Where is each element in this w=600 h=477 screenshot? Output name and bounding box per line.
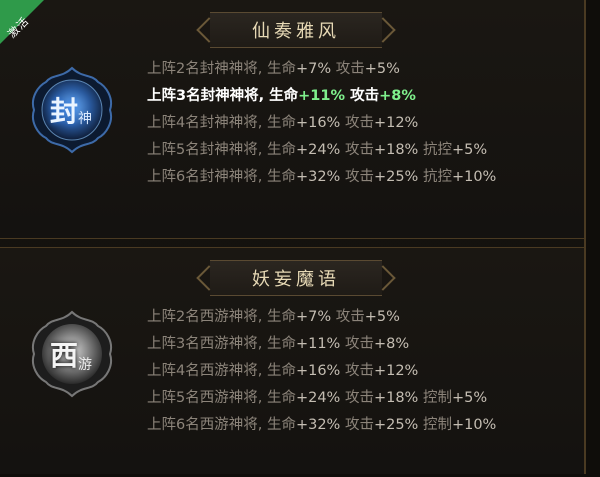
bonus-value: +16% [295,363,341,379]
bond-section-fengshen: 激活 仙奏雅风 封 神 上阵2名封神神将, 生命+7% 攻击+5% 上阵3名封神… [0,0,584,239]
bond-effect-line: 上阵3名封神神将, 生命+11% 攻击+8% [147,83,496,110]
bonus-value: +16% [295,115,341,131]
emblem-sub-char: 神 [78,111,92,127]
bonus-label: 上阵6名西游神将, 生命 [147,417,296,433]
bonus-value: +8% [373,336,410,352]
bonus-value: +11% [295,336,341,352]
bonus-value: +18% [373,390,419,406]
bonus-value: +24% [295,390,341,406]
bonus-value: +12% [373,115,419,131]
bonus-value: +7% [295,309,332,325]
bonus-label: 攻击 [340,142,374,158]
bonus-label: 抗控 [418,169,452,185]
bonus-value: +25% [373,169,419,185]
bonus-label: 攻击 [340,169,374,185]
bonus-label: 上阵4名西游神将, 生命 [147,363,296,379]
bond-effect-list: 上阵2名封神神将, 生命+7% 攻击+5% 上阵3名封神神将, 生命+11% 攻击… [147,56,496,191]
bonus-label: 攻击 [340,336,374,352]
bond-effect-line: 上阵5名西游神将, 生命+24% 攻击+18% 控制+5% [147,385,496,412]
bond-effect-line: 上阵5名封神神将, 生命+24% 攻击+18% 抗控+5% [147,137,496,164]
section-title-bar: 仙奏雅风 [210,12,382,48]
bonus-value: +5% [364,61,400,77]
bonus-value: +32% [295,417,341,433]
bond-panel-frame: 激活 仙奏雅风 封 神 上阵2名封神神将, 生命+7% 攻击+5% 上阵3名封神… [0,0,586,474]
bonus-label: 上阵3名西游神将, 生命 [147,336,296,352]
bonus-label: 控制 [418,417,452,433]
bond-effect-list: 上阵2名西游神将, 生命+7% 攻击+5% 上阵3名西游神将, 生命+11% 攻击… [147,304,496,439]
bonus-label: 上阵5名西游神将, 生命 [147,390,296,406]
bonus-label: 攻击 [340,417,374,433]
section-title-bar: 妖妄魔语 [210,260,382,296]
bonus-label: 上阵5名封神神将, 生命 [147,142,296,158]
bond-effect-line: 上阵2名封神神将, 生命+7% 攻击+5% [147,56,496,83]
bond-effect-line: 上阵4名西游神将, 生命+16% 攻击+12% [147,358,496,385]
xiyou-emblem-icon: 西 游 [26,308,118,400]
fengshen-emblem-icon: 封 神 [26,64,118,156]
bonus-value: +18% [373,142,419,158]
bonus-label: 攻击 [345,88,380,104]
bonus-label: 上阵2名西游神将, 生命 [147,309,296,325]
bonus-label: 上阵4名封神神将, 生命 [147,115,296,131]
bonus-value: +5% [364,309,400,325]
bonus-value: +7% [295,61,332,77]
bonus-value: +10% [451,169,497,185]
bonus-label: 攻击 [340,115,374,131]
bonus-label: 上阵6名封神神将, 生命 [147,169,296,185]
bonus-label: 攻击 [331,61,365,77]
bond-effect-line: 上阵2名西游神将, 生命+7% 攻击+5% [147,304,496,331]
emblem-sub-char: 游 [78,357,92,373]
bonus-value: +8% [379,88,416,104]
emblem-main-char: 封 [49,95,78,128]
bond-section-xiyou: 妖妄魔语 西 游 上阵2名西游神将, 生命+7% 攻击+5% 上阵3名西游神将,… [0,247,584,474]
section-title: 妖妄魔语 [252,269,340,290]
active-tag: 激活 [0,0,44,44]
bonus-label: 上阵3名封神神将, 生命 [147,88,299,104]
bonus-label: 攻击 [340,390,374,406]
section-title: 仙奏雅风 [252,21,340,42]
bonus-label: 上阵2名封神神将, 生命 [147,61,296,77]
bonus-value: +11% [298,88,346,104]
bonus-value: +10% [451,417,497,433]
bonus-label: 攻击 [340,363,374,379]
bonus-value: +12% [373,363,419,379]
bonus-label: 控制 [418,390,452,406]
bonus-value: +5% [451,390,488,406]
bonus-value: +5% [451,142,488,158]
bonus-value: +24% [295,142,341,158]
bonus-value: +32% [295,169,341,185]
bonus-label: 抗控 [418,142,452,158]
bonus-label: 攻击 [331,309,365,325]
bond-effect-line: 上阵6名西游神将, 生命+32% 攻击+25% 控制+10% [147,412,496,439]
emblem-main-char: 西 [49,339,78,372]
bonus-value: +25% [373,417,419,433]
bond-effect-line: 上阵6名封神神将, 生命+32% 攻击+25% 抗控+10% [147,164,496,191]
bond-effect-line: 上阵3名西游神将, 生命+11% 攻击+8% [147,331,496,358]
bond-effect-line: 上阵4名封神神将, 生命+16% 攻击+12% [147,110,496,137]
